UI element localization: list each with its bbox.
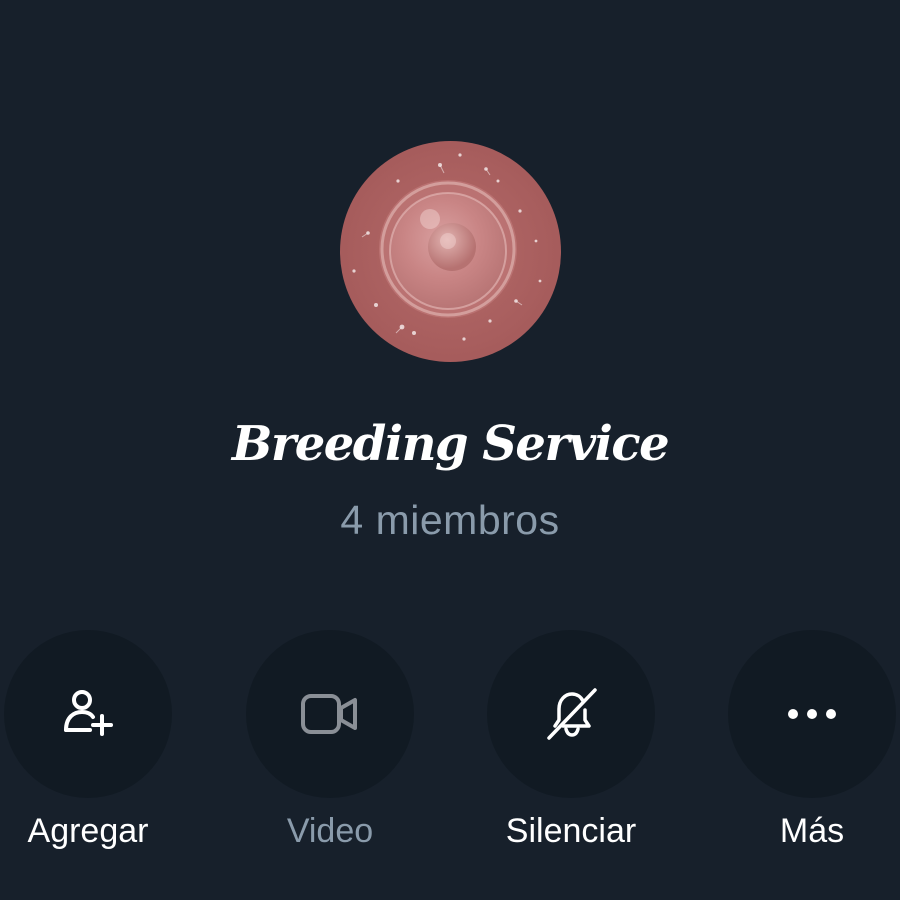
add-user-icon xyxy=(60,686,116,742)
bell-slash-icon xyxy=(541,684,601,744)
more-button-circle[interactable] xyxy=(728,630,896,798)
video-call-button[interactable]: Video xyxy=(230,630,430,870)
video-call-button-circle[interactable] xyxy=(246,630,414,798)
group-avatar[interactable] xyxy=(340,141,561,362)
more-dots-icon xyxy=(786,707,838,721)
action-bar: Agregar Video Silenciar Más xyxy=(0,630,900,870)
group-info-screen: Breeding Service 4 miembros Agregar Vide… xyxy=(0,0,900,900)
group-name: Breeding Service xyxy=(231,416,670,472)
add-member-button[interactable]: Agregar xyxy=(0,630,188,870)
group-avatar-image xyxy=(340,141,561,362)
video-camera-icon xyxy=(300,692,360,736)
more-button[interactable]: Más xyxy=(712,630,900,870)
more-label: Más xyxy=(779,812,845,850)
add-member-label: Agregar xyxy=(27,812,149,850)
mute-button-circle[interactable] xyxy=(487,630,655,798)
member-count[interactable]: 4 miembros xyxy=(0,492,900,548)
mute-button[interactable]: Silenciar xyxy=(471,630,671,870)
mute-label: Silenciar xyxy=(505,812,637,850)
video-call-label: Video xyxy=(286,812,374,850)
add-member-button-circle[interactable] xyxy=(4,630,172,798)
